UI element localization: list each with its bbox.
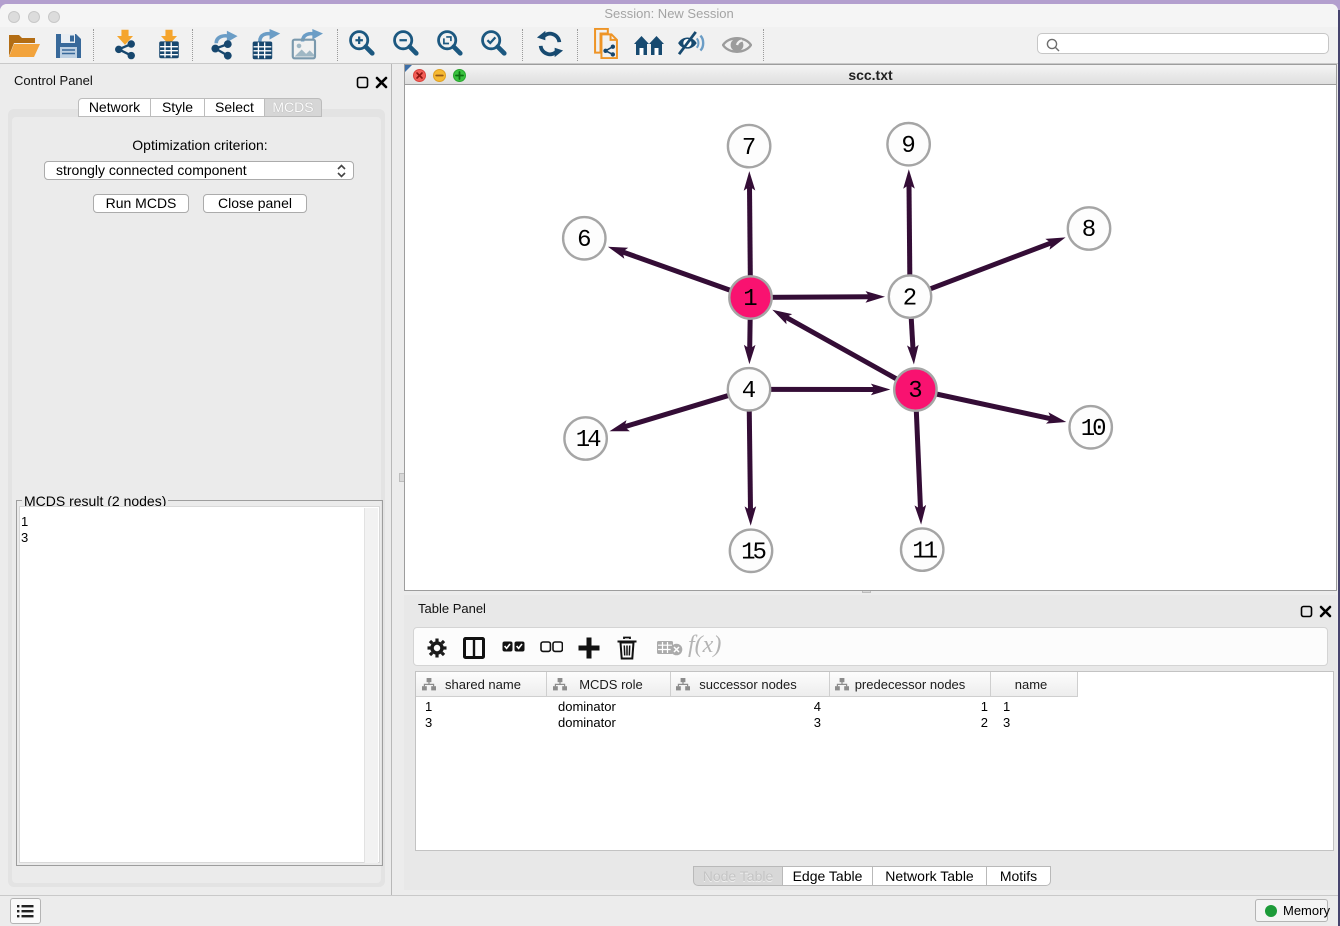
svg-text:1: 1	[743, 286, 757, 313]
svg-text:6: 6	[577, 227, 591, 254]
svg-text:4: 4	[742, 378, 756, 405]
svg-text:11: 11	[912, 538, 937, 565]
svg-text:8: 8	[1082, 217, 1096, 244]
svg-text:10: 10	[1081, 416, 1105, 443]
svg-text:15: 15	[741, 540, 765, 567]
svg-text:7: 7	[742, 135, 756, 162]
svg-text:14: 14	[576, 427, 601, 454]
svg-text:9: 9	[901, 133, 915, 160]
svg-text:2: 2	[903, 285, 917, 312]
svg-text:3: 3	[908, 378, 922, 405]
